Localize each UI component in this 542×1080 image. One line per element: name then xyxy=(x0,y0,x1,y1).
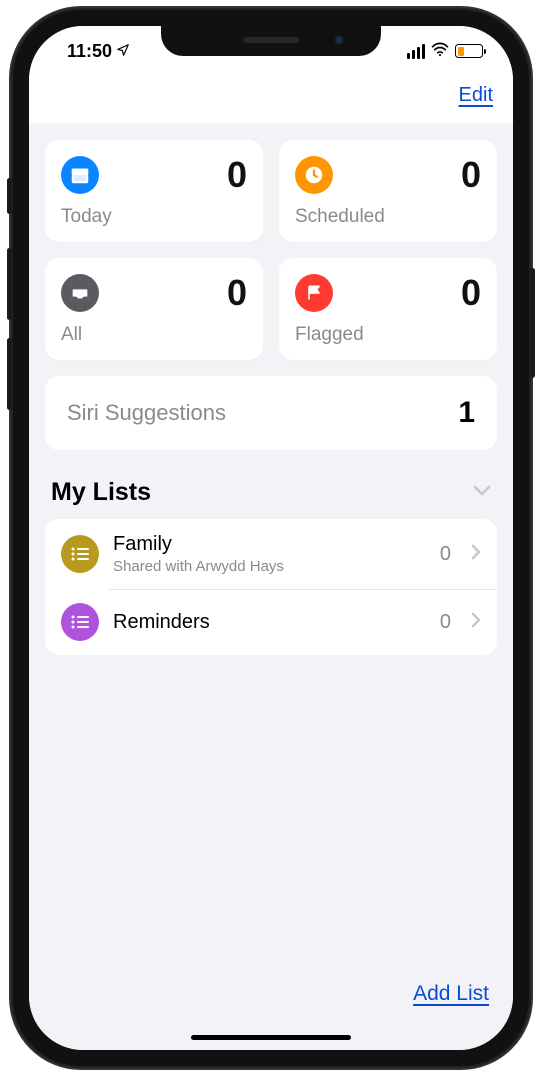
flagged-count: 0 xyxy=(461,272,481,314)
location-icon xyxy=(116,41,130,62)
front-camera xyxy=(335,36,343,44)
my-lists-header[interactable]: My Lists xyxy=(45,478,497,519)
lists-container: Family Shared with Arwydd Hays 0 Reminde… xyxy=(45,519,497,655)
flagged-card[interactable]: 0 Flagged xyxy=(279,258,497,360)
wifi-icon xyxy=(431,42,449,61)
all-count: 0 xyxy=(227,272,247,314)
scheduled-label: Scheduled xyxy=(295,206,481,228)
list-count: 0 xyxy=(440,611,451,634)
phone-frame: 11:50 Edit xyxy=(11,8,531,1068)
status-left: 11:50 xyxy=(67,41,130,62)
clock-icon xyxy=(295,156,333,194)
all-card[interactable]: 0 All xyxy=(45,258,263,360)
nav-bar: Edit xyxy=(29,74,513,124)
today-count: 0 xyxy=(227,154,247,196)
mute-switch xyxy=(7,178,12,214)
list-item-family[interactable]: Family Shared with Arwydd Hays 0 xyxy=(45,519,497,589)
my-lists-title: My Lists xyxy=(51,478,151,507)
notch xyxy=(161,24,381,56)
list-name: Reminders xyxy=(113,611,426,634)
volume-down xyxy=(7,338,12,410)
inbox-icon xyxy=(61,274,99,312)
home-indicator[interactable] xyxy=(191,1035,351,1040)
all-label: All xyxy=(61,324,247,346)
list-count: 0 xyxy=(440,543,451,566)
siri-suggestions-card[interactable]: Siri Suggestions 1 xyxy=(45,376,497,450)
volume-up xyxy=(7,248,12,320)
today-card[interactable]: 0 Today xyxy=(45,140,263,242)
speaker xyxy=(243,37,299,43)
siri-label: Siri Suggestions xyxy=(67,400,226,426)
flag-icon xyxy=(295,274,333,312)
content: 0 Today 0 Scheduled xyxy=(29,124,513,960)
status-time: 11:50 xyxy=(67,41,112,62)
battery-icon xyxy=(455,44,483,58)
scheduled-count: 0 xyxy=(461,154,481,196)
scheduled-card[interactable]: 0 Scheduled xyxy=(279,140,497,242)
today-label: Today xyxy=(61,206,247,228)
add-list-button[interactable]: Add List xyxy=(413,982,489,1006)
edit-button[interactable]: Edit xyxy=(459,84,493,107)
flagged-label: Flagged xyxy=(295,324,481,346)
list-name: Family xyxy=(113,533,426,556)
list-item-reminders[interactable]: Reminders 0 xyxy=(45,589,497,655)
cellular-icon xyxy=(407,44,426,59)
screen: 11:50 Edit xyxy=(29,26,513,1050)
list-icon xyxy=(61,603,99,641)
power-button xyxy=(530,268,535,378)
list-icon xyxy=(61,535,99,573)
list-subtitle: Shared with Arwydd Hays xyxy=(113,558,426,575)
chevron-right-icon xyxy=(471,612,481,633)
summary-grid: 0 Today 0 Scheduled xyxy=(45,140,497,360)
status-right xyxy=(407,42,484,61)
chevron-right-icon xyxy=(471,544,481,565)
chevron-down-icon xyxy=(473,484,491,502)
siri-count: 1 xyxy=(458,396,475,430)
calendar-icon xyxy=(61,156,99,194)
